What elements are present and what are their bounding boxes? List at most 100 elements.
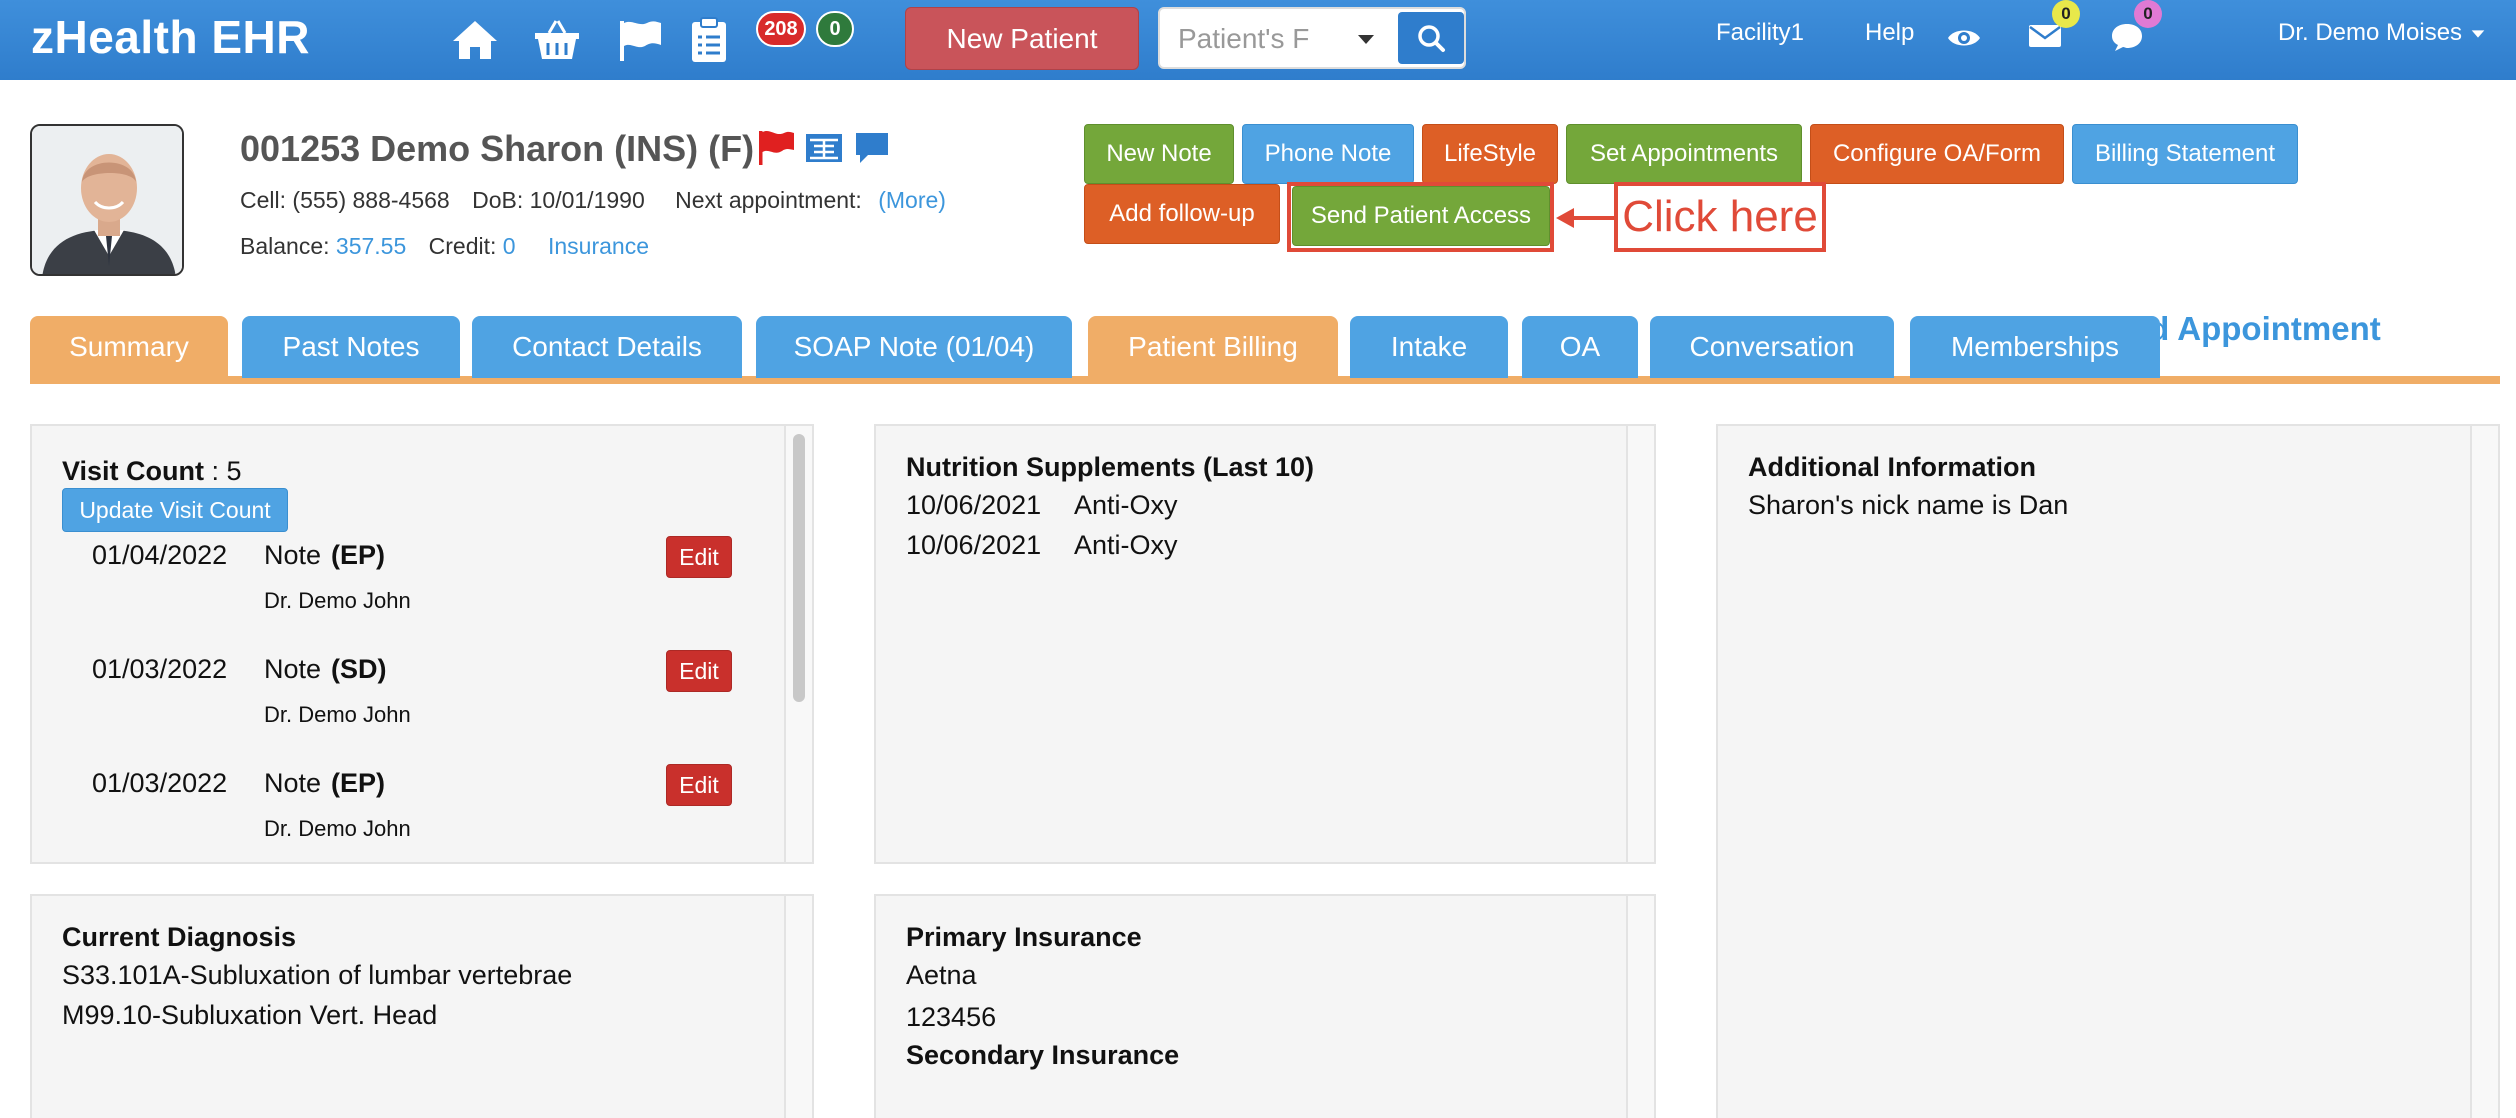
add-appointment-link[interactable]: ld Appointment bbox=[2140, 310, 2381, 348]
dob-label: DoB: bbox=[472, 187, 524, 213]
visit-note[interactable]: Note (EP) bbox=[264, 540, 385, 571]
supplement-name: Anti-Oxy bbox=[1074, 530, 1178, 560]
annotation-callout: Click here bbox=[1614, 182, 1826, 252]
visit-doctor: Dr. Demo John bbox=[264, 816, 411, 841]
edit-visit-button[interactable]: Edit bbox=[666, 764, 732, 806]
visit-code: (EP) bbox=[331, 768, 386, 798]
additional-info-title: Additional Information bbox=[1748, 452, 2036, 482]
diagnosis-panel-scrollbar[interactable] bbox=[784, 896, 812, 1118]
tab-intake[interactable]: Intake bbox=[1350, 316, 1508, 378]
message-bubble-icon[interactable] bbox=[852, 128, 892, 168]
diagnosis-title: Current Diagnosis bbox=[62, 922, 297, 952]
visit-note[interactable]: Note (EP) bbox=[264, 768, 385, 799]
additional-info-text: Sharon's nick name is Dan bbox=[1748, 490, 2069, 520]
tab-past-notes[interactable]: Past Notes bbox=[242, 316, 460, 378]
clipboard-icon[interactable] bbox=[684, 15, 734, 65]
dob-value: 10/01/1990 bbox=[529, 187, 645, 213]
patient-name: 001253 Demo Sharon (INS) (F) bbox=[240, 128, 755, 169]
primary-insurance-name: Aetna bbox=[906, 960, 977, 990]
tab-patient-billing[interactable]: Patient Billing bbox=[1088, 316, 1338, 378]
eye-icon[interactable] bbox=[1946, 20, 1982, 56]
supplement-date: 10/06/2021 bbox=[906, 490, 1042, 520]
visit-note-word: Note bbox=[264, 654, 322, 684]
visit-code: (SD) bbox=[331, 654, 387, 684]
insurance-panel: Primary Insurance Aetna 123456 Secondary… bbox=[874, 894, 1656, 1118]
visit-panel-scrollbar[interactable] bbox=[784, 426, 812, 862]
additional-panel-scrollbar[interactable] bbox=[2470, 426, 2498, 1118]
nutrition-title: Nutrition Supplements (Last 10) bbox=[906, 452, 1315, 482]
balance-label: Balance: bbox=[240, 233, 330, 259]
new-patient-button[interactable]: New Patient bbox=[905, 7, 1139, 70]
visit-count-title: Visit Count bbox=[62, 456, 205, 486]
credit-value[interactable]: 0 bbox=[503, 233, 516, 259]
flag-icon[interactable] bbox=[615, 15, 665, 65]
tab-conversation[interactable]: Conversation bbox=[1650, 316, 1894, 378]
patient-avatar[interactable] bbox=[30, 124, 184, 276]
visit-note-word: Note bbox=[264, 540, 322, 570]
patient-contact-line: Cell: (555) 888-4568 DoB: 10/01/1990 Nex… bbox=[240, 187, 946, 214]
primary-insurance-title: Primary Insurance bbox=[906, 922, 1142, 952]
tab-soap-note[interactable]: SOAP Note (01/04) bbox=[756, 316, 1072, 378]
alerts-count-badge[interactable]: 208 bbox=[756, 11, 806, 47]
insurance-link[interactable]: Insurance bbox=[548, 233, 649, 259]
update-visit-count-button[interactable]: Update Visit Count bbox=[62, 488, 288, 532]
annotation-highlight-box bbox=[1287, 182, 1554, 252]
app-brand[interactable]: zHealth EHR bbox=[31, 10, 310, 64]
tab-summary[interactable]: Summary bbox=[30, 316, 228, 378]
patient-search bbox=[1158, 7, 1466, 69]
tab-oa[interactable]: OA bbox=[1522, 316, 1638, 378]
add-follow-up-button[interactable]: Add follow-up bbox=[1084, 184, 1280, 244]
additional-information-panel: Additional Information Sharon's nick nam… bbox=[1716, 424, 2500, 1118]
visit-note[interactable]: Note (SD) bbox=[264, 654, 387, 685]
tasks-count-badge[interactable]: 0 bbox=[816, 11, 854, 47]
user-menu[interactable]: Dr. Demo Moises bbox=[2278, 19, 2487, 47]
next-appointment-label: Next appointment: bbox=[675, 187, 862, 213]
patient-search-input[interactable] bbox=[1178, 19, 1328, 59]
cell-label: Cell: bbox=[240, 187, 287, 213]
search-button[interactable] bbox=[1398, 12, 1464, 64]
basket-icon[interactable] bbox=[532, 15, 582, 65]
secondary-insurance-title: Secondary Insurance bbox=[906, 1040, 1180, 1070]
edit-visit-button[interactable]: Edit bbox=[666, 650, 732, 692]
search-icon bbox=[1418, 25, 1445, 52]
help-link[interactable]: Help bbox=[1865, 19, 1914, 47]
set-appointments-button[interactable]: Set Appointments bbox=[1566, 124, 1802, 184]
chat-count-badge: 0 bbox=[2134, 0, 2162, 28]
scrollbar-thumb[interactable] bbox=[793, 434, 805, 702]
configure-oa-form-button[interactable]: Configure OA/Form bbox=[1810, 124, 2064, 184]
red-flag-icon[interactable] bbox=[756, 128, 796, 168]
diagnosis-item: S33.101A-Subluxation of lumbar vertebrae bbox=[62, 960, 573, 990]
cell-value: (555) 888-4568 bbox=[292, 187, 450, 213]
patient-flags bbox=[756, 128, 892, 168]
supplement-name: Anti-Oxy bbox=[1074, 490, 1178, 520]
more-appointments-link[interactable]: (More) bbox=[878, 187, 946, 213]
top-navbar: zHealth EHR 208 0 New Patient Facility1 … bbox=[0, 0, 2516, 80]
phone-note-button[interactable]: Phone Note bbox=[1242, 124, 1414, 184]
nutrition-panel-scrollbar[interactable] bbox=[1626, 426, 1654, 862]
insurance-panel-scrollbar[interactable] bbox=[1626, 896, 1654, 1118]
chevron-down-icon bbox=[2471, 30, 2485, 38]
user-name: Dr. Demo Moises bbox=[2278, 19, 2463, 46]
nutrition-supplements-panel: Nutrition Supplements (Last 10) 10/06/20… bbox=[874, 424, 1656, 864]
annotation-arrow-icon bbox=[1556, 208, 1616, 228]
search-dropdown-caret-icon[interactable] bbox=[1346, 19, 1386, 59]
home-icon[interactable] bbox=[450, 15, 500, 65]
credit-label: Credit: bbox=[428, 233, 497, 259]
visit-note-word: Note bbox=[264, 768, 322, 798]
facility-link[interactable]: Facility1 bbox=[1716, 19, 1804, 47]
visit-code: (EP) bbox=[331, 540, 386, 570]
balance-value[interactable]: 357.55 bbox=[336, 233, 406, 259]
lifestyle-button[interactable]: LifeStyle bbox=[1422, 124, 1558, 184]
edit-visit-button[interactable]: Edit bbox=[666, 536, 732, 578]
tab-contact-details[interactable]: Contact Details bbox=[472, 316, 742, 378]
diagnosis-item: M99.10-Subluxation Vert. Head bbox=[62, 1000, 438, 1030]
tab-memberships[interactable]: Memberships bbox=[1910, 316, 2160, 378]
mail-icon[interactable] bbox=[2028, 22, 2062, 50]
insurance-card-icon[interactable] bbox=[804, 128, 844, 168]
mail-count-badge: 0 bbox=[2052, 0, 2080, 28]
visit-doctor: Dr. Demo John bbox=[264, 588, 411, 613]
new-note-button[interactable]: New Note bbox=[1084, 124, 1234, 184]
primary-insurance-id: 123456 bbox=[906, 1002, 997, 1032]
billing-statement-button[interactable]: Billing Statement bbox=[2072, 124, 2298, 184]
visit-date: 01/03/2022 bbox=[92, 654, 228, 684]
